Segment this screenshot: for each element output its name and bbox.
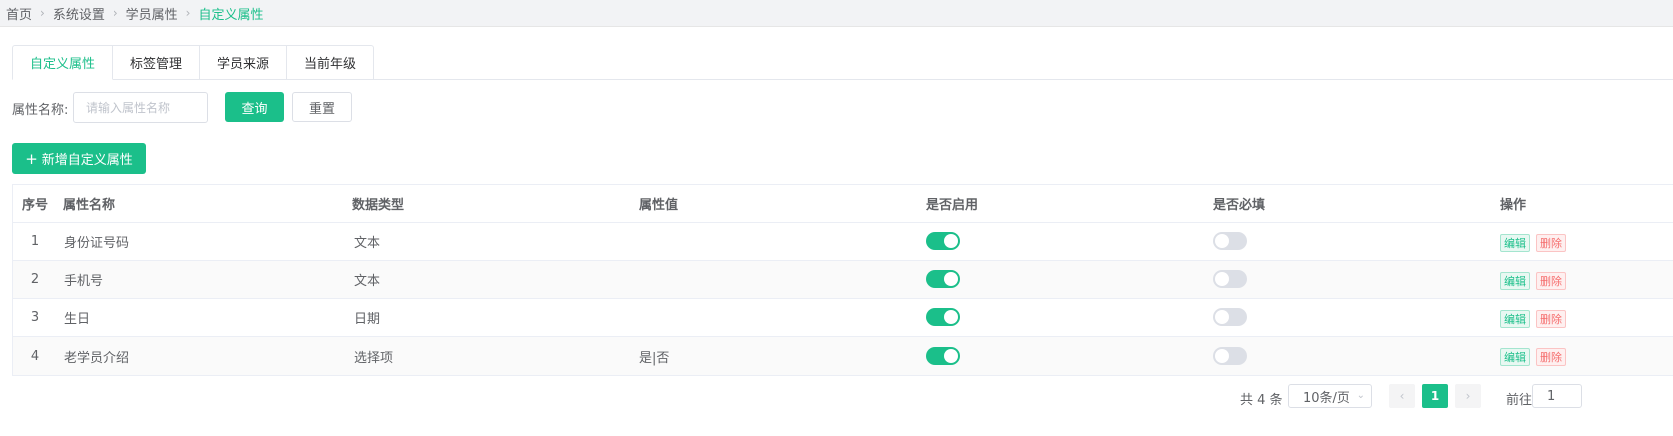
chevron-down-icon: ⌄	[1356, 390, 1365, 401]
total-count: 共 4 条	[1240, 393, 1283, 408]
next-page-button[interactable]: ›	[1455, 384, 1481, 408]
breadcrumb-item-student-attributes[interactable]: 学员属性	[126, 4, 178, 23]
breadcrumb: 首页 › 系统设置 › 学员属性 › 自定义属性	[0, 0, 1673, 27]
enabled-cell	[920, 344, 1207, 369]
delete-button[interactable]: 删除	[1536, 309, 1566, 328]
row-actions: 编辑 删除	[1494, 308, 1673, 328]
attribute-name-input[interactable]	[73, 92, 208, 123]
col-type-header: 数据类型	[352, 198, 405, 213]
breadcrumb-item-system-settings[interactable]: 系统设置	[53, 4, 105, 23]
table-row: 2 手机号 文本 编辑 删除	[13, 261, 1673, 299]
col-actions-header: 操作	[1500, 198, 1527, 213]
delete-button[interactable]: 删除	[1536, 233, 1566, 252]
chevron-right-icon: ›	[185, 6, 191, 20]
row-index: 4	[30, 348, 40, 364]
row-index: 2	[30, 272, 40, 287]
toggle-knob	[944, 234, 958, 248]
tab-custom-attributes[interactable]: 自定义属性	[12, 45, 114, 80]
enabled-toggle[interactable]	[926, 232, 960, 250]
edit-button[interactable]: 编辑	[1500, 309, 1530, 328]
row-value: 是|否	[639, 350, 670, 366]
row-name: 老学员介绍	[64, 350, 130, 366]
add-custom-attribute-button[interactable]: + 新增自定义属性	[12, 143, 146, 174]
row-name: 生日	[64, 312, 91, 327]
col-name-header: 属性名称	[63, 198, 116, 213]
row-type: 日期	[354, 312, 381, 327]
required-cell	[1207, 344, 1494, 369]
enabled-toggle[interactable]	[926, 308, 960, 326]
tab-bar: 自定义属性 标签管理 学员来源 当前年级	[12, 45, 375, 80]
enabled-cell	[920, 267, 1207, 292]
breadcrumb-item-custom-attributes: 自定义属性	[198, 7, 264, 23]
toggle-knob	[1215, 234, 1229, 248]
edit-button[interactable]: 编辑	[1500, 271, 1530, 290]
row-actions: 编辑 删除	[1494, 346, 1673, 366]
row-actions: 编辑 删除	[1494, 270, 1673, 290]
row-actions: 编辑 删除	[1494, 232, 1673, 252]
required-cell	[1207, 267, 1494, 292]
toggle-knob	[944, 272, 958, 286]
col-index-header: 序号	[21, 198, 48, 213]
chevron-right-icon: ›	[1465, 389, 1471, 403]
tab-student-source[interactable]: 学员来源	[200, 45, 288, 80]
add-button-label: 新增自定义属性	[41, 153, 133, 168]
row-type: 选择项	[354, 350, 394, 366]
chevron-left-icon: ‹	[1399, 389, 1405, 403]
toggle-knob	[944, 310, 958, 324]
tab-current-grade[interactable]: 当前年级	[287, 45, 375, 80]
enabled-toggle[interactable]	[926, 346, 960, 365]
enabled-cell	[920, 229, 1207, 254]
col-required-header: 是否必填	[1213, 198, 1266, 213]
pagination: 共 4 条 10条/页 ⌄ ‹ 1 › 前往	[0, 384, 1673, 408]
row-index: 3	[30, 310, 40, 325]
page-number[interactable]: 1	[1422, 384, 1448, 408]
toggle-knob	[1215, 348, 1229, 363]
goto-page-input[interactable]	[1532, 384, 1582, 408]
attributes-table: 序号 属性名称 数据类型 属性值 是否启用 是否必填 操作 1 身份证号码 文本…	[12, 184, 1673, 376]
tab-tag-management[interactable]: 标签管理	[113, 45, 201, 80]
row-name: 身份证号码	[64, 236, 130, 251]
col-enabled-header: 是否启用	[926, 198, 979, 213]
enabled-cell	[920, 305, 1207, 330]
breadcrumb-item-home[interactable]: 首页	[6, 4, 32, 23]
row-type: 文本	[354, 236, 381, 251]
query-button[interactable]: 查询	[225, 92, 284, 122]
page-size-value: 10条/页	[1303, 390, 1350, 406]
required-toggle[interactable]	[1213, 346, 1247, 365]
row-type: 文本	[354, 274, 381, 289]
table-row: 3 生日 日期 编辑 删除	[13, 299, 1673, 337]
toggle-knob	[1215, 310, 1229, 324]
tabs-divider	[351, 79, 1673, 80]
attribute-name-label: 属性名称:	[12, 103, 69, 118]
required-toggle[interactable]	[1213, 308, 1247, 326]
edit-button[interactable]: 编辑	[1500, 348, 1530, 366]
page-size-select[interactable]: 10条/页 ⌄	[1288, 384, 1372, 408]
required-toggle[interactable]	[1213, 232, 1247, 250]
prev-page-button[interactable]: ‹	[1389, 384, 1415, 408]
toggle-knob	[944, 348, 958, 363]
delete-button[interactable]: 删除	[1536, 348, 1566, 366]
required-cell	[1207, 305, 1494, 330]
delete-button[interactable]: 删除	[1536, 271, 1566, 290]
table-row: 1 身份证号码 文本 编辑 删除	[13, 223, 1673, 261]
enabled-toggle[interactable]	[926, 270, 960, 288]
chevron-right-icon: ›	[112, 6, 118, 20]
row-index: 1	[30, 234, 40, 249]
row-name: 手机号	[64, 274, 104, 289]
col-value-header: 属性值	[639, 198, 679, 213]
table-row: 4 老学员介绍 选择项 是|否 编辑 删除	[13, 337, 1673, 375]
edit-button[interactable]: 编辑	[1500, 233, 1530, 252]
chevron-right-icon: ›	[40, 6, 45, 20]
table-header: 序号 属性名称 数据类型 属性值 是否启用 是否必填 操作	[13, 185, 1673, 223]
required-cell	[1207, 229, 1494, 254]
reset-button[interactable]: 重置	[292, 92, 352, 122]
required-toggle[interactable]	[1213, 270, 1247, 288]
toggle-knob	[1215, 272, 1229, 286]
goto-label: 前往	[1506, 393, 1533, 408]
plus-icon: +	[25, 149, 38, 168]
